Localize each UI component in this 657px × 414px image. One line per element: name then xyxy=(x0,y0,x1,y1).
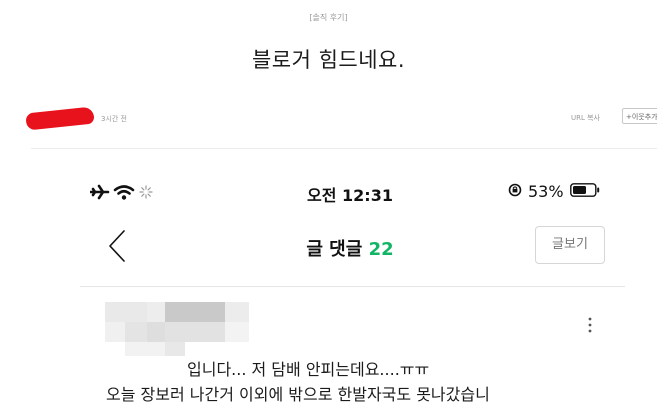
url-copy-link[interactable]: URL 복사 xyxy=(571,113,600,123)
redacted-author-name xyxy=(25,106,95,131)
post-header-divider xyxy=(31,148,657,149)
post-time: 3시간 전 xyxy=(101,115,127,123)
orientation-lock-icon xyxy=(508,182,522,201)
battery-icon xyxy=(569,182,600,201)
post-category: [솔직 후기] xyxy=(309,13,348,22)
status-bar-right: 53% xyxy=(508,181,600,201)
comment-text-line-1: 입니다... 저 담배 안피는데요....ㅠㅠ xyxy=(187,360,430,379)
add-neighbor-button[interactable]: +이웃추가 xyxy=(622,108,657,124)
comment-text-line-2: 오늘 장보러 나간거 이외에 밖으로 한발자국도 못나갔습니 xyxy=(106,385,490,404)
view-post-button[interactable]: 글보기 xyxy=(535,226,605,264)
post-title: 블로거 힘드네요. xyxy=(251,48,406,72)
comments-title-label: 글 댓글 xyxy=(306,239,363,260)
more-options-icon[interactable] xyxy=(585,316,595,336)
comments-header-divider xyxy=(80,286,625,287)
comment-count: 22 xyxy=(368,239,394,260)
battery-percent: 53% xyxy=(528,181,564,201)
